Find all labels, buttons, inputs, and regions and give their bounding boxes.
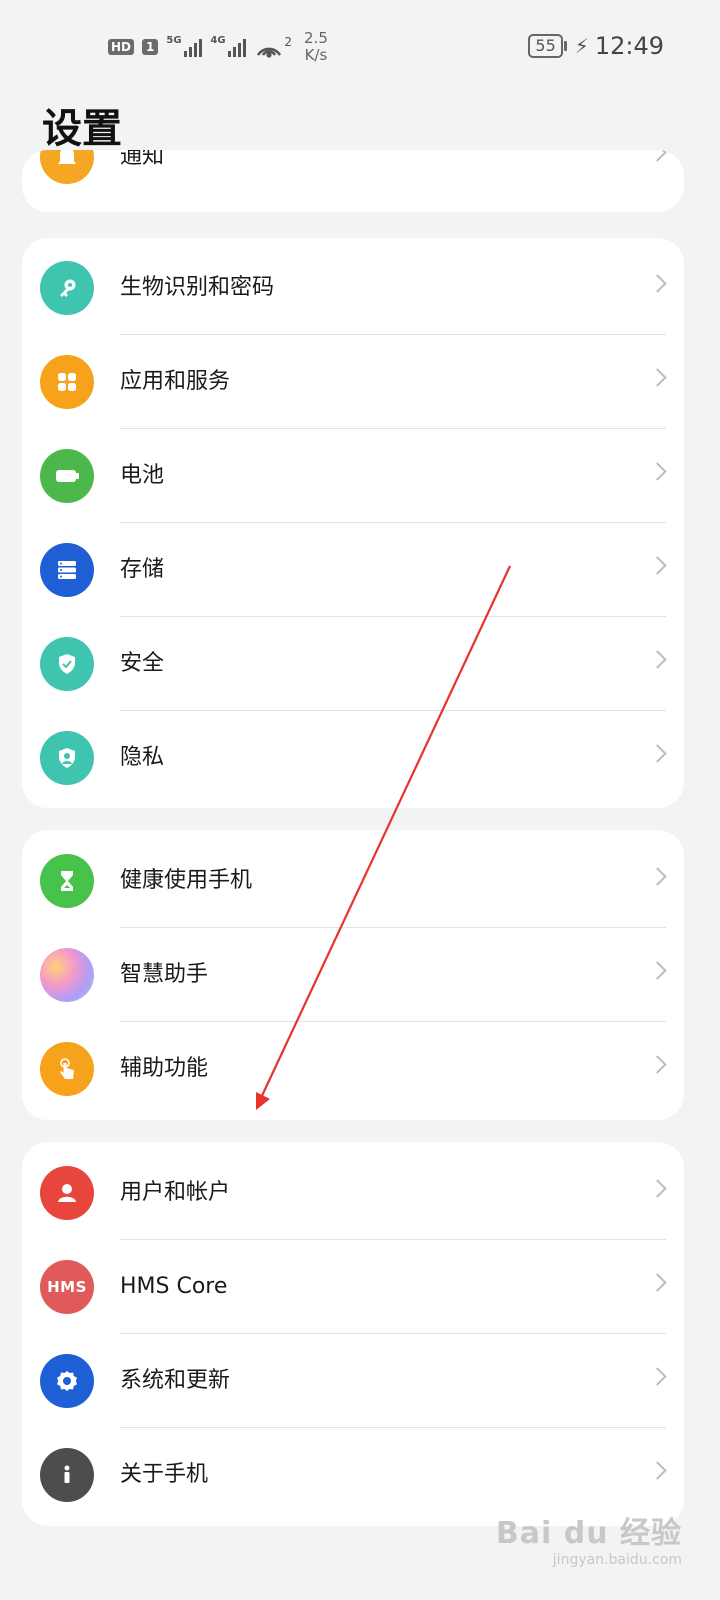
user-icon <box>40 1166 94 1220</box>
status-right: 55 ⚡ 12:49 <box>528 32 664 60</box>
network-4g-label: 4G <box>210 35 226 46</box>
status-bar: HD 1 5G 4G 2 2.5 K/s 55 ⚡ 12:49 <box>0 0 720 90</box>
gear-icon <box>40 1354 94 1408</box>
settings-item-label: 存储 <box>120 557 165 582</box>
settings-item-hms-core[interactable]: HMS HMS Core <box>22 1240 684 1334</box>
chevron-right-icon <box>648 274 667 293</box>
settings-item-assistant[interactable]: 智慧助手 <box>22 928 684 1022</box>
shield-icon <box>40 637 94 691</box>
chevron-right-icon <box>648 368 667 387</box>
chevron-right-icon <box>648 1055 667 1074</box>
settings-item-biometrics[interactable]: 生物识别和密码 <box>22 241 684 335</box>
settings-item-privacy[interactable]: 隐私 <box>22 711 684 805</box>
storage-icon <box>40 543 94 597</box>
watermark-url: jingyan.baidu.com <box>552 1552 682 1568</box>
settings-item-notifications[interactable]: 通知 <box>22 150 684 204</box>
battery-icon: 55 <box>528 34 568 58</box>
info-icon <box>40 1448 94 1502</box>
settings-item-label: HMS Core <box>120 1274 228 1299</box>
hotspot-count: 2 <box>284 35 293 49</box>
settings-item-label: 智慧助手 <box>120 962 209 987</box>
hotspot-icon: 2 <box>254 35 292 59</box>
settings-item-label: 电池 <box>120 463 165 488</box>
settings-item-label: 辅助功能 <box>120 1056 209 1081</box>
network-speed: 2.5 K/s <box>304 30 328 64</box>
settings-item-label: 系统和更新 <box>120 1368 231 1393</box>
watermark-brand: Bai du 经验 <box>495 1516 682 1551</box>
battery-icon <box>40 449 94 503</box>
chevron-right-icon <box>648 462 667 481</box>
privacy-icon <box>40 731 94 785</box>
settings-item-label: 隐私 <box>120 745 165 770</box>
settings-item-label: 安全 <box>120 651 165 676</box>
page-title: 设置 <box>42 106 122 152</box>
charging-icon: ⚡ <box>574 34 589 58</box>
hand-touch-icon <box>40 1042 94 1096</box>
chevron-right-icon <box>648 556 667 575</box>
key-icon <box>40 261 94 315</box>
settings-group-2: 健康使用手机 智慧助手 辅助功能 <box>22 830 684 1120</box>
chevron-right-icon <box>648 150 667 162</box>
hms-icon: HMS <box>40 1260 94 1314</box>
chevron-right-icon <box>648 650 667 669</box>
chevron-right-icon <box>648 1179 667 1198</box>
network-5g-label: 5G <box>166 35 182 46</box>
settings-item-label: 应用和服务 <box>120 369 231 394</box>
chevron-right-icon <box>648 744 667 763</box>
assistant-icon <box>40 948 94 1002</box>
settings-group-1: 生物识别和密码 应用和服务 电池 存储 安全 隐私 <box>22 238 684 808</box>
settings-item-storage[interactable]: 存储 <box>22 523 684 617</box>
hourglass-icon <box>40 854 94 908</box>
signal-5g-icon: 5G <box>166 35 203 57</box>
signal-4g-icon: 4G <box>210 35 247 57</box>
chevron-right-icon <box>648 1461 667 1480</box>
settings-item-apps[interactable]: 应用和服务 <box>22 335 684 429</box>
settings-item-digital-balance[interactable]: 健康使用手机 <box>22 834 684 928</box>
hd-voice-icon: HD <box>108 39 135 55</box>
settings-item-battery[interactable]: 电池 <box>22 429 684 523</box>
status-left: HD 1 5G 4G 2 2.5 K/s <box>108 30 328 64</box>
settings-item-label: 关于手机 <box>120 1462 209 1487</box>
settings-group-notifications: 通知 <box>22 150 684 212</box>
chevron-right-icon <box>648 867 667 886</box>
bell-icon <box>40 150 94 184</box>
speed-value: 2.5 <box>304 29 328 47</box>
sim-indicator: 1 <box>142 39 159 55</box>
settings-item-system-update[interactable]: 系统和更新 <box>22 1334 684 1428</box>
settings-item-label: 通知 <box>120 150 165 169</box>
apps-icon <box>40 355 94 409</box>
settings-item-security[interactable]: 安全 <box>22 617 684 711</box>
hms-icon-text: HMS <box>47 1278 87 1296</box>
clock: 12:49 <box>594 32 664 60</box>
watermark: Bai du 经验 jingyan.baidu.com <box>496 1508 682 1568</box>
settings-item-accessibility[interactable]: 辅助功能 <box>22 1022 684 1116</box>
settings-item-users-accounts[interactable]: 用户和帐户 <box>22 1146 684 1240</box>
chevron-right-icon <box>648 1367 667 1386</box>
chevron-right-icon <box>648 1273 667 1292</box>
speed-unit: K/s <box>304 46 328 64</box>
settings-item-label: 生物识别和密码 <box>120 275 275 300</box>
settings-item-label: 用户和帐户 <box>120 1180 231 1205</box>
settings-group-3: 用户和帐户 HMS HMS Core 系统和更新 关于手机 <box>22 1142 684 1526</box>
chevron-right-icon <box>648 961 667 980</box>
settings-item-label: 健康使用手机 <box>120 868 253 893</box>
